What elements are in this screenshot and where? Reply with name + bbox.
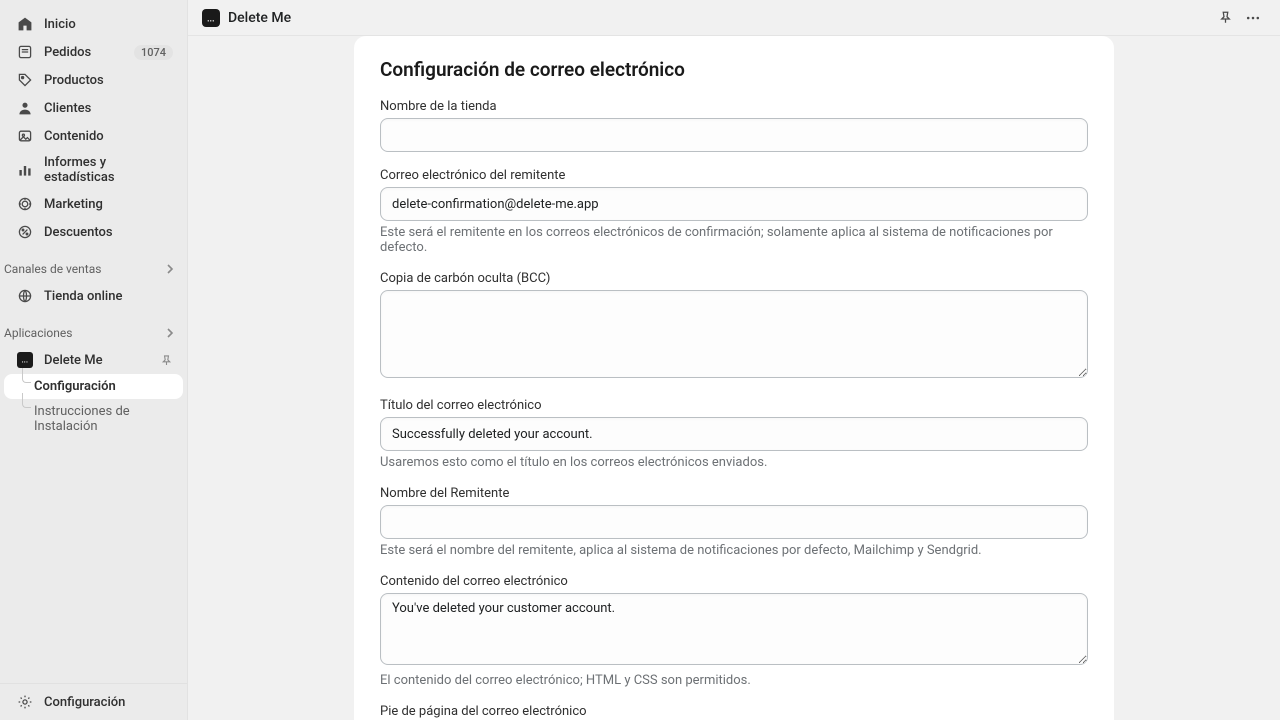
- nav-orders[interactable]: Pedidos 1074: [4, 38, 183, 66]
- sales-channels-header[interactable]: Canales de ventas: [0, 256, 187, 282]
- nav-label: Inicio: [44, 17, 173, 32]
- app-install-instructions[interactable]: Instrucciones de Instalación: [4, 399, 183, 439]
- chevron-right-icon: [165, 264, 175, 274]
- primary-nav: Inicio Pedidos 1074 Productos Clientes: [0, 10, 187, 246]
- gear-icon: [16, 693, 34, 711]
- bcc-input[interactable]: [380, 290, 1088, 378]
- nav-label: Configuración: [34, 379, 173, 394]
- field-sender-email: Correo electrónico del remitente Este se…: [380, 168, 1088, 255]
- section-title: Canales de ventas: [4, 262, 101, 276]
- more-button[interactable]: [1240, 5, 1266, 31]
- email-title-label: Título del correo electrónico: [380, 398, 1088, 413]
- nav-label: Clientes: [44, 101, 173, 116]
- nav-label: Configuración: [44, 695, 173, 710]
- chevron-right-icon: [165, 328, 175, 338]
- image-icon: [16, 127, 34, 145]
- email-title-input[interactable]: [380, 417, 1088, 451]
- nav-analytics[interactable]: Informes y estadísticas: [4, 150, 183, 190]
- tag-icon: [16, 71, 34, 89]
- sidebar: Inicio Pedidos 1074 Productos Clientes: [0, 0, 188, 720]
- content-scroll[interactable]: Configuración de correo electrónico Nomb…: [188, 36, 1280, 720]
- email-title-help: Usaremos esto como el título en los corr…: [380, 455, 1088, 470]
- nav-label: Delete Me: [44, 353, 160, 368]
- orders-icon: [16, 43, 34, 61]
- person-icon: [16, 99, 34, 117]
- sender-email-input[interactable]: [380, 187, 1088, 221]
- field-email-content: Contenido del correo electrónico El cont…: [380, 574, 1088, 688]
- store-name-input[interactable]: [380, 118, 1088, 152]
- sender-name-help: Este será el nombre del remitente, aplic…: [380, 543, 1088, 558]
- store-name-label: Nombre de la tienda: [380, 99, 1088, 114]
- app-icon: •••: [16, 351, 34, 369]
- nav-customers[interactable]: Clientes: [4, 94, 183, 122]
- nav-label: Pedidos: [44, 45, 134, 60]
- nav-label: Informes y estadísticas: [44, 155, 173, 185]
- email-content-input[interactable]: [380, 593, 1088, 665]
- field-email-title: Título del correo electrónico Usaremos e…: [380, 398, 1088, 470]
- email-footer-label: Pie de página del correo electrónico: [380, 704, 1088, 719]
- field-email-footer: Pie de página del correo electrónico El …: [380, 704, 1088, 720]
- bcc-label: Copia de carbón oculta (BCC): [380, 271, 1088, 286]
- target-icon: [16, 195, 34, 213]
- bar-chart-icon: [16, 161, 34, 179]
- nav-label: Marketing: [44, 197, 173, 212]
- nav-products[interactable]: Productos: [4, 66, 183, 94]
- store-icon: [16, 287, 34, 305]
- nav-label: Descuentos: [44, 225, 173, 240]
- field-store-name: Nombre de la tienda: [380, 99, 1088, 152]
- orders-badge: 1074: [134, 45, 173, 60]
- percent-icon: [16, 223, 34, 241]
- field-bcc: Copia de carbón oculta (BCC): [380, 271, 1088, 382]
- sender-name-label: Nombre del Remitente: [380, 486, 1088, 501]
- field-sender-name: Nombre del Remitente Este será el nombre…: [380, 486, 1088, 558]
- nav-label: Contenido: [44, 129, 173, 144]
- nav-label: Productos: [44, 73, 173, 88]
- email-content-help: El contenido del correo electrónico; HTM…: [380, 673, 1088, 688]
- pin-icon[interactable]: [160, 354, 173, 367]
- nav-discounts[interactable]: Descuentos: [4, 218, 183, 246]
- nav-label: Instrucciones de Instalación: [34, 404, 173, 434]
- topbar: ••• Delete Me: [188, 0, 1280, 36]
- main-area: ••• Delete Me Configuración de correo el…: [188, 0, 1280, 720]
- pin-button[interactable]: [1212, 5, 1238, 31]
- card-heading: Configuración de correo electrónico: [380, 58, 1088, 81]
- sender-email-help: Este será el remitente en los correos el…: [380, 225, 1088, 255]
- sender-email-label: Correo electrónico del remitente: [380, 168, 1088, 183]
- nav-content[interactable]: Contenido: [4, 122, 183, 150]
- apps-header[interactable]: Aplicaciones: [0, 320, 187, 346]
- app-icon: •••: [202, 9, 220, 27]
- nav-settings[interactable]: Configuración: [4, 688, 183, 716]
- home-icon: [16, 15, 34, 33]
- email-config-card: Configuración de correo electrónico Nomb…: [354, 36, 1114, 720]
- sender-name-input[interactable]: [380, 505, 1088, 539]
- section-title: Aplicaciones: [4, 326, 72, 340]
- nav-marketing[interactable]: Marketing: [4, 190, 183, 218]
- page-title: Delete Me: [228, 10, 291, 26]
- email-content-label: Contenido del correo electrónico: [380, 574, 1088, 589]
- channel-online-store[interactable]: Tienda online: [4, 282, 183, 310]
- nav-label: Tienda online: [44, 289, 173, 304]
- nav-home[interactable]: Inicio: [4, 10, 183, 38]
